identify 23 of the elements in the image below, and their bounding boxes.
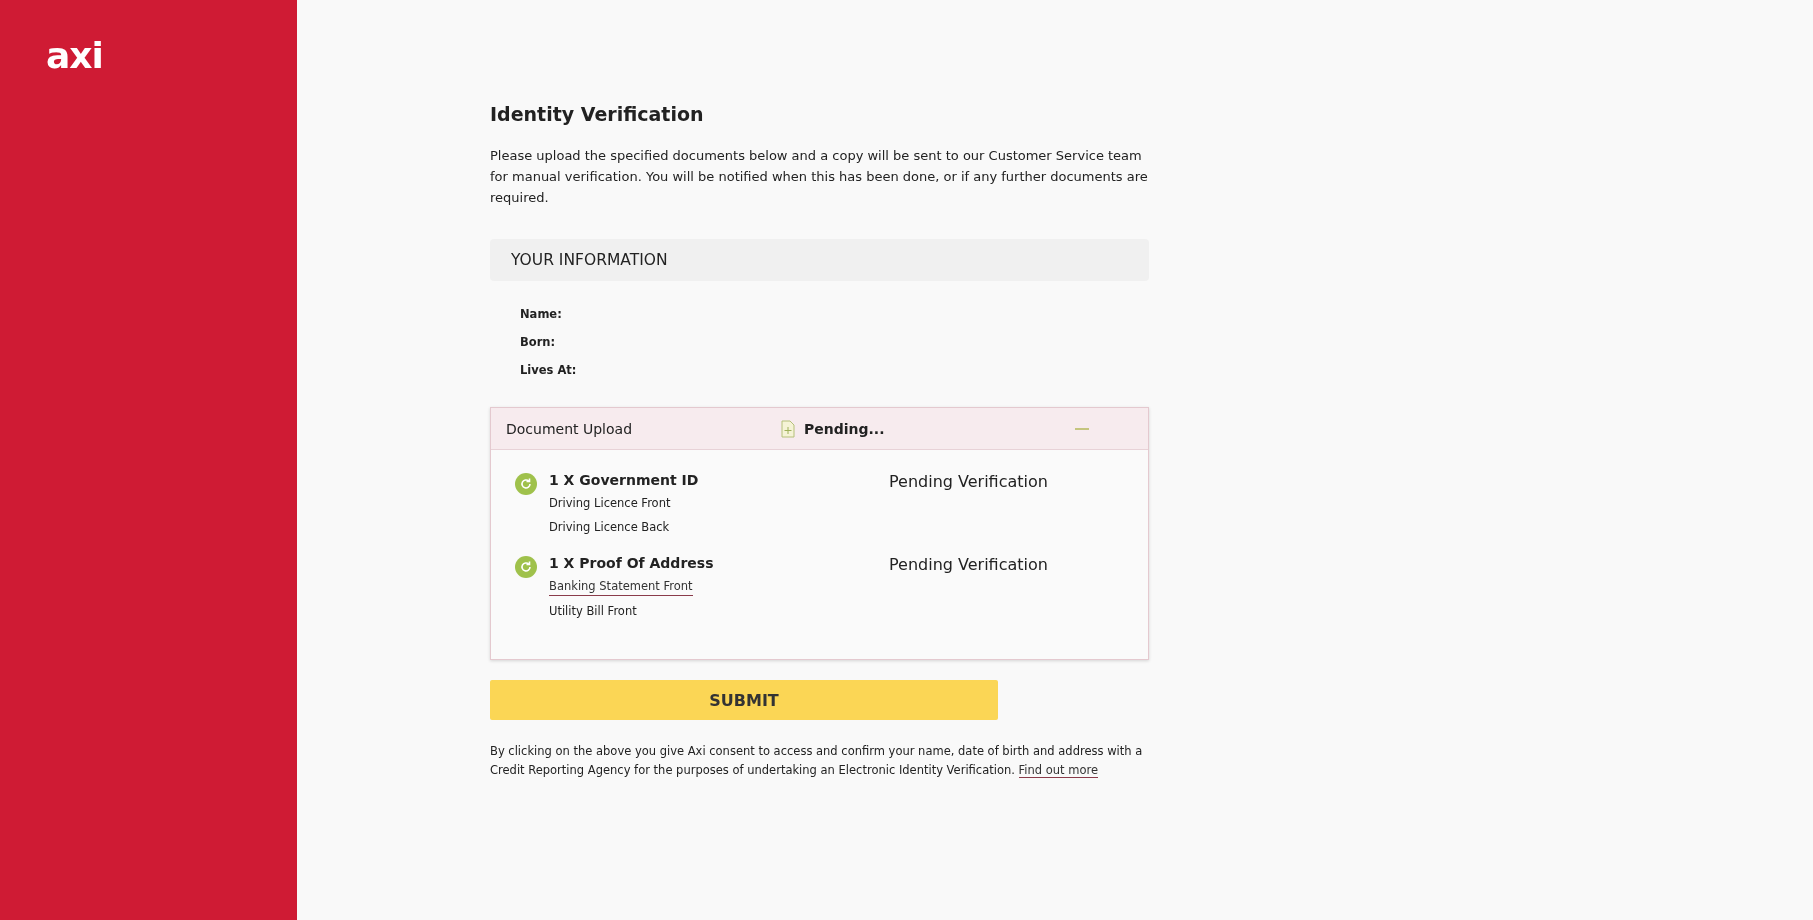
verification-status: Pending Verification: [889, 555, 1048, 574]
document-name: Driving Licence Front: [549, 495, 672, 512]
requirement-title: 1 X Government ID: [549, 472, 700, 488]
document-add-icon: [781, 419, 795, 438]
document-name: Utility Bill Front: [549, 603, 638, 620]
refresh-icon: [515, 473, 537, 495]
upload-status: Pending...: [804, 420, 886, 437]
refresh-icon: [515, 556, 537, 578]
requirement-title: 1 X Proof Of Address: [549, 555, 715, 571]
consent-text: By clicking on the above you give Axi consent to access and confirm your name, date of birth and address with a Credit Reporting Agency for the purposes of undertaking an Electronic Identity Verification. Find out more: [490, 743, 1144, 780]
field-label: Born:: [520, 334, 557, 351]
card-title: Document Upload: [506, 420, 634, 437]
section-header: YOUR INFORMATION: [490, 239, 1149, 281]
intro-text: Please upload the specified documents below and a copy will be sent to our Customer Service team for manual verification. You will be notified when this has been done, or if any further documents are required.: [490, 147, 1149, 207]
field-label: Name:: [520, 306, 563, 323]
page-title: Identity Verification: [490, 103, 705, 125]
document-name: Driving Licence Back: [549, 519, 671, 536]
find-out-more-link[interactable]: Find out more: [1018, 763, 1099, 778]
submit-button[interactable]: SUBMIT: [490, 680, 998, 720]
verification-status: Pending Verification: [889, 472, 1048, 491]
field-label: Lives At:: [520, 362, 578, 379]
logo: axi: [46, 38, 103, 74]
document-link[interactable]: Banking Statement Front: [549, 577, 693, 596]
